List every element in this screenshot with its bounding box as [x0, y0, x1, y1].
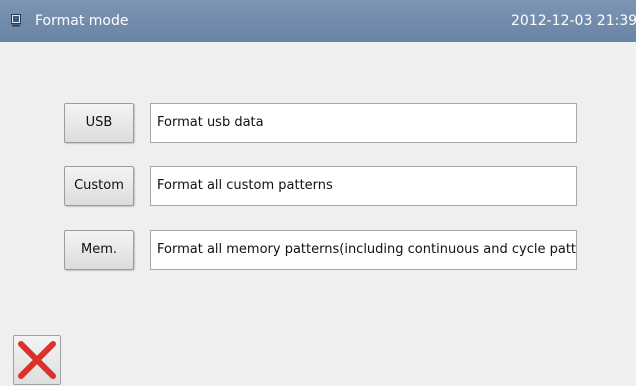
memory-format-description: Format all memory patterns(including con… [150, 230, 577, 270]
close-icon [18, 341, 56, 379]
page-title: Format mode [35, 13, 129, 29]
custom-format-description: Format all custom patterns [150, 166, 577, 206]
memory-format-button[interactable]: Mem. [64, 230, 134, 270]
usb-format-button[interactable]: USB [64, 103, 134, 143]
title-bar: Format mode 2012-12-03 21:39 [0, 0, 636, 42]
close-button[interactable] [13, 335, 61, 385]
custom-format-button[interactable]: Custom [64, 166, 134, 206]
usb-format-description: Format usb data [150, 103, 577, 143]
datetime-display: 2012-12-03 21:39 [511, 13, 636, 29]
screen-icon [11, 14, 21, 27]
